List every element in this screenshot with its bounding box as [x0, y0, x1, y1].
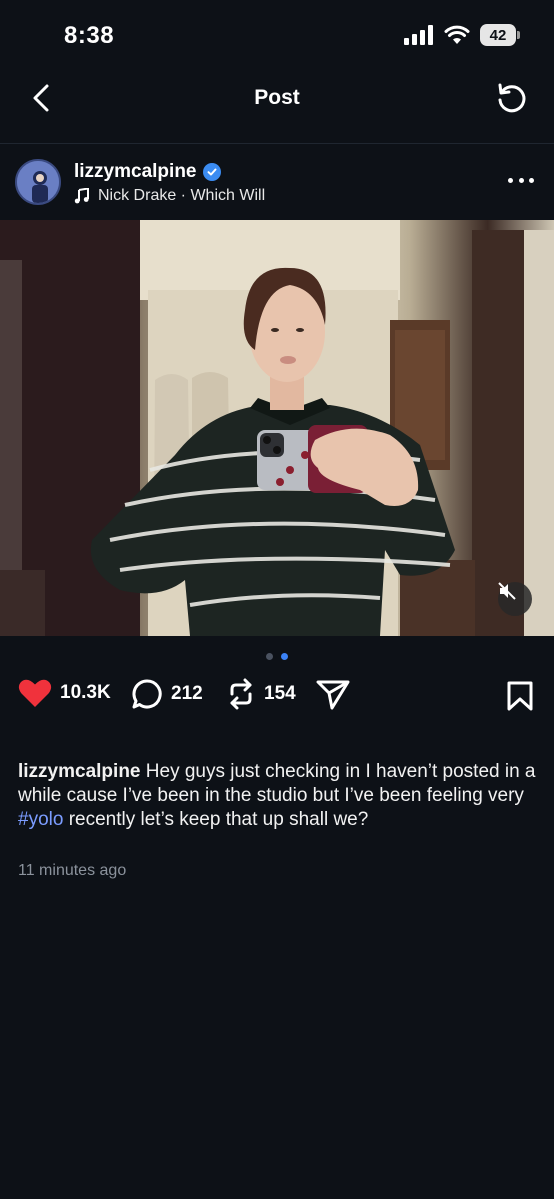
like-count: 10.3K [60, 682, 111, 703]
post-photo[interactable] [0, 220, 554, 636]
battery-icon: 42 [480, 24, 520, 46]
post-timestamp: 11 minutes ago [18, 862, 127, 879]
verified-badge-icon [202, 163, 221, 181]
refresh-icon[interactable] [494, 80, 530, 116]
status-bar: 8:38 42 [0, 0, 554, 72]
status-icons: 42 [404, 24, 520, 46]
avatar[interactable] [15, 159, 61, 205]
signal-icon [404, 25, 433, 45]
nav-bar: Post [0, 72, 554, 144]
hashtag-link[interactable]: #yolo [18, 809, 63, 830]
repost-button[interactable]: 154 [226, 678, 296, 710]
status-time: 8:38 [64, 22, 115, 49]
send-icon [316, 680, 350, 710]
caption-text-continued: recently let’s keep that up shall we? [68, 809, 369, 830]
carousel-dot [266, 653, 273, 660]
post-username[interactable]: lizzymcalpine [74, 161, 221, 183]
comment-button[interactable]: 212 [131, 678, 203, 710]
caption-username[interactable]: lizzymcalpine [18, 761, 141, 782]
repost-count: 154 [264, 683, 296, 704]
wifi-icon [444, 25, 470, 44]
like-button[interactable]: 10.3K [18, 678, 111, 708]
comment-icon [132, 679, 162, 709]
music-text: Nick Drake · Which Will [98, 187, 266, 204]
music-attribution[interactable]: Nick Drake · Which Will [74, 187, 265, 205]
mute-toggle-button[interactable] [498, 582, 532, 616]
username-text[interactable]: lizzymcalpine [74, 161, 197, 183]
carousel-dot-active [281, 653, 288, 660]
carousel-indicator [0, 653, 554, 660]
heart-icon [18, 679, 52, 707]
comment-count: 212 [171, 683, 203, 704]
page-title: Post [254, 86, 300, 109]
music-note-icon [74, 188, 89, 204]
action-bar: 10.3K 212 154 [0, 676, 554, 716]
post-caption: lizzymcalpine Hey guys just checking in … [18, 760, 538, 832]
repost-icon [230, 678, 252, 710]
more-options-icon[interactable] [508, 175, 534, 185]
share-button[interactable] [316, 678, 350, 710]
speaker-muted-icon [498, 582, 516, 600]
bookmark-icon[interactable] [506, 680, 534, 712]
post-header: lizzymcalpine Nick Drake · Which Will [0, 145, 554, 221]
